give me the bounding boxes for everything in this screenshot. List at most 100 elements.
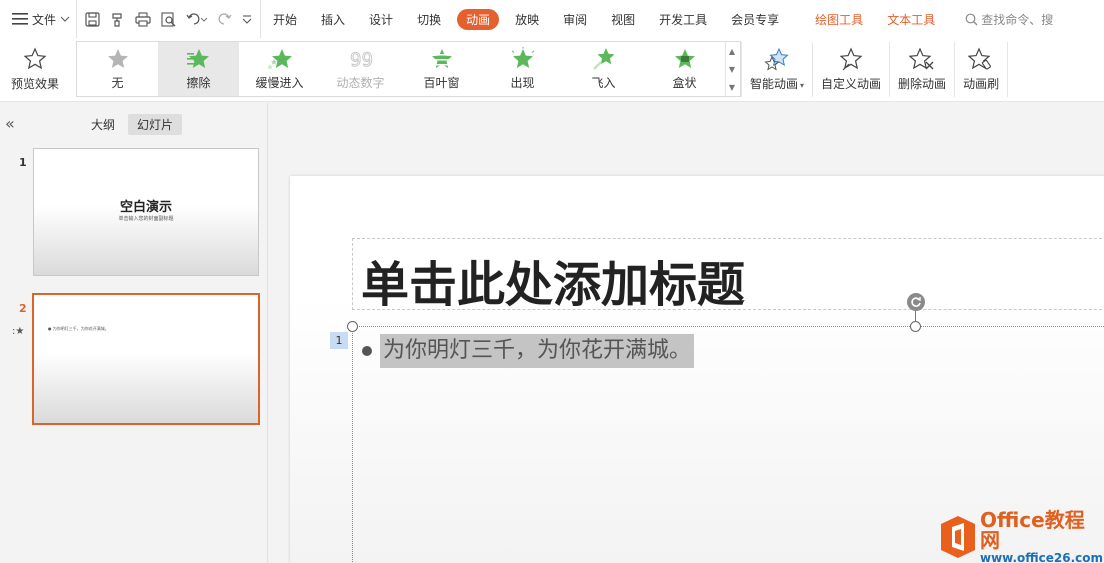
tab-home[interactable]: 开始 xyxy=(261,9,309,30)
format-painter-icon[interactable] xyxy=(110,12,125,27)
search-icon xyxy=(965,13,978,26)
thumb-subtitle: 单击输入您的封面副标题 xyxy=(118,216,174,222)
dynamic-number-icon: 99 xyxy=(348,47,374,72)
command-search[interactable]: 查找命令、搜 xyxy=(965,11,1053,28)
thumb-bullet: ● 为你明灯三千，为你花开满城。 xyxy=(48,326,109,331)
animation-box[interactable]: 盒状 xyxy=(644,42,725,96)
watermark: Office教程网 www.office26.com xyxy=(940,510,1104,563)
tab-member[interactable]: 会员专享 xyxy=(719,9,791,30)
slide-thumbnail-2[interactable]: ● 为你明灯三千，为你花开满城。 xyxy=(32,293,260,425)
animation-blinds[interactable]: 百叶窗 xyxy=(401,42,482,96)
smart-animation-icon xyxy=(764,47,790,71)
search-placeholder: 查找命令、搜 xyxy=(981,12,1054,27)
gallery-scroll-up[interactable]: ▲ xyxy=(729,47,735,56)
tab-transitions[interactable]: 切换 xyxy=(405,9,453,30)
tab-drawing-tools[interactable]: 绘图工具 xyxy=(803,9,875,30)
gallery-expand[interactable]: ▼ xyxy=(729,83,735,92)
tab-insert[interactable]: 插入 xyxy=(309,9,357,30)
print-preview-icon[interactable] xyxy=(161,11,176,27)
slide-number: 1 xyxy=(19,156,27,169)
slide-title: 单击此处添加标题 xyxy=(361,257,746,313)
animation-box-label: 盒状 xyxy=(672,76,697,90)
thumb-title: 空白演示 xyxy=(119,200,172,215)
animation-marker-icon: :★ xyxy=(12,326,25,337)
watermark-url: www.office26.com xyxy=(980,551,1104,563)
animation-none[interactable]: 无 xyxy=(77,42,158,96)
redo-icon[interactable] xyxy=(218,12,232,26)
bullet-dot xyxy=(362,346,372,356)
tab-text-tools[interactable]: 文本工具 xyxy=(875,9,947,30)
slide-canvas: 单击此处添加标题 1 为你明灯三千，为你花开满城。 xyxy=(269,103,1104,563)
smart-animation-label-wrap: 智能动画 ▾ xyxy=(750,75,804,92)
watermark-line1: Office教程网 xyxy=(980,510,1104,550)
custom-animation-icon xyxy=(839,47,863,71)
animation-wipe[interactable]: 擦除 xyxy=(158,42,239,96)
undo-icon[interactable] xyxy=(186,12,208,26)
animation-appear-label: 出现 xyxy=(510,76,535,90)
panel-view-tabs: 大纲 幻灯片 xyxy=(82,114,183,135)
gallery-scroll: ▲ ▼ ▼ xyxy=(725,42,738,96)
star-none-icon xyxy=(106,47,130,71)
animation-fly-in-label: 飞入 xyxy=(591,76,616,90)
menu-bar: 文件 开始 插入 设计 切换 动画 放映 审阅 视图 开发工具 会员专享 绘图工… xyxy=(0,0,1104,38)
delete-animation-icon xyxy=(909,47,935,71)
animation-blinds-label: 百叶窗 xyxy=(423,76,460,90)
slide-number-selected: 2 xyxy=(19,302,27,315)
print-icon[interactable] xyxy=(135,11,151,27)
office-logo-icon xyxy=(940,515,976,559)
star-appear-icon xyxy=(511,47,535,71)
resize-handle-top-center[interactable] xyxy=(910,321,921,332)
animation-brush-button[interactable]: 动画刷 xyxy=(955,38,1007,101)
tab-view[interactable]: 视图 xyxy=(599,9,647,30)
save-icon[interactable] xyxy=(85,11,100,27)
hamburger-icon xyxy=(12,13,28,25)
tab-design[interactable]: 设计 xyxy=(357,9,405,30)
star-wipe-icon xyxy=(186,47,211,71)
slide-thumbnail-panel: « 大纲 幻灯片 1 空白演示 单击输入您的封面副标题 2 :★ ● 为你明灯三… xyxy=(0,103,268,563)
watermark-text: Office教程网 www.office26.com xyxy=(980,510,1104,563)
bullet-item[interactable]: 为你明灯三千，为你花开满城。 xyxy=(362,334,695,368)
preview-effect-label: 预览效果 xyxy=(10,77,59,91)
slide-2: 单击此处添加标题 1 为你明灯三千，为你花开满城。 xyxy=(290,176,1104,563)
tab-outline[interactable]: 大纲 xyxy=(82,114,124,135)
quick-access-toolbar xyxy=(76,0,260,38)
animation-order-tag[interactable]: 1 xyxy=(330,332,348,349)
tab-slideshow[interactable]: 放映 xyxy=(503,9,551,30)
animation-fly-in[interactable]: 飞入 xyxy=(563,42,644,96)
animation-appear[interactable]: 出现 xyxy=(482,42,563,96)
file-menu[interactable]: 文件 xyxy=(0,0,76,38)
custom-animation-button[interactable]: 自定义动画 xyxy=(813,38,889,101)
gallery-scroll-down[interactable]: ▼ xyxy=(729,65,735,74)
ribbon-tabs: 开始 插入 设计 切换 动画 放映 审阅 视图 开发工具 会员专享 绘图工具 文… xyxy=(260,0,1053,38)
ribbon-separator xyxy=(1007,42,1009,97)
rotate-handle-icon[interactable] xyxy=(907,293,925,311)
smart-animation-button[interactable]: 智能动画 ▾ xyxy=(742,38,812,101)
animation-slow-enter-label: 缓慢进入 xyxy=(255,76,304,90)
animation-slow-enter[interactable]: 缓慢进入 xyxy=(239,42,320,96)
animation-dynamic-number-label: 动态数字 xyxy=(336,76,385,90)
animation-dynamic-number[interactable]: 99 动态数字 xyxy=(320,42,401,96)
animation-none-label: 无 xyxy=(111,76,124,90)
customize-toolbar-icon[interactable] xyxy=(242,14,252,24)
tab-developer[interactable]: 开发工具 xyxy=(647,9,719,30)
custom-animation-label: 自定义动画 xyxy=(821,77,882,91)
delete-animation-button[interactable]: 删除动画 xyxy=(890,38,954,101)
animation-gallery: 无 擦除 缓慢进入 99 动态数字 百叶窗 出现 飞入 盒状 ▲ ▼ ▼ xyxy=(76,41,741,97)
star-slow-enter-icon xyxy=(267,47,292,71)
dropdown-arrow-icon: ▾ xyxy=(800,81,805,90)
tab-slides[interactable]: 幻灯片 xyxy=(128,114,183,135)
star-blinds-icon xyxy=(429,47,454,71)
tab-animation[interactable]: 动画 xyxy=(457,8,500,30)
animation-brush-icon xyxy=(968,47,994,71)
smart-animation-label: 智能动画 xyxy=(750,77,799,91)
delete-animation-label: 删除动画 xyxy=(898,77,947,91)
slide-thumbnail-1[interactable]: 空白演示 单击输入您的封面副标题 xyxy=(33,148,259,276)
collapse-panel-icon[interactable]: « xyxy=(5,114,15,133)
chevron-down-icon xyxy=(60,16,70,22)
tab-review[interactable]: 审阅 xyxy=(551,9,599,30)
preview-effect-button[interactable]: 预览效果 xyxy=(0,38,70,101)
resize-handle-top-left[interactable] xyxy=(347,321,358,332)
file-menu-label: 文件 xyxy=(32,12,57,27)
animation-brush-label: 动画刷 xyxy=(963,77,1000,91)
title-placeholder[interactable]: 单击此处添加标题 xyxy=(352,238,1104,313)
